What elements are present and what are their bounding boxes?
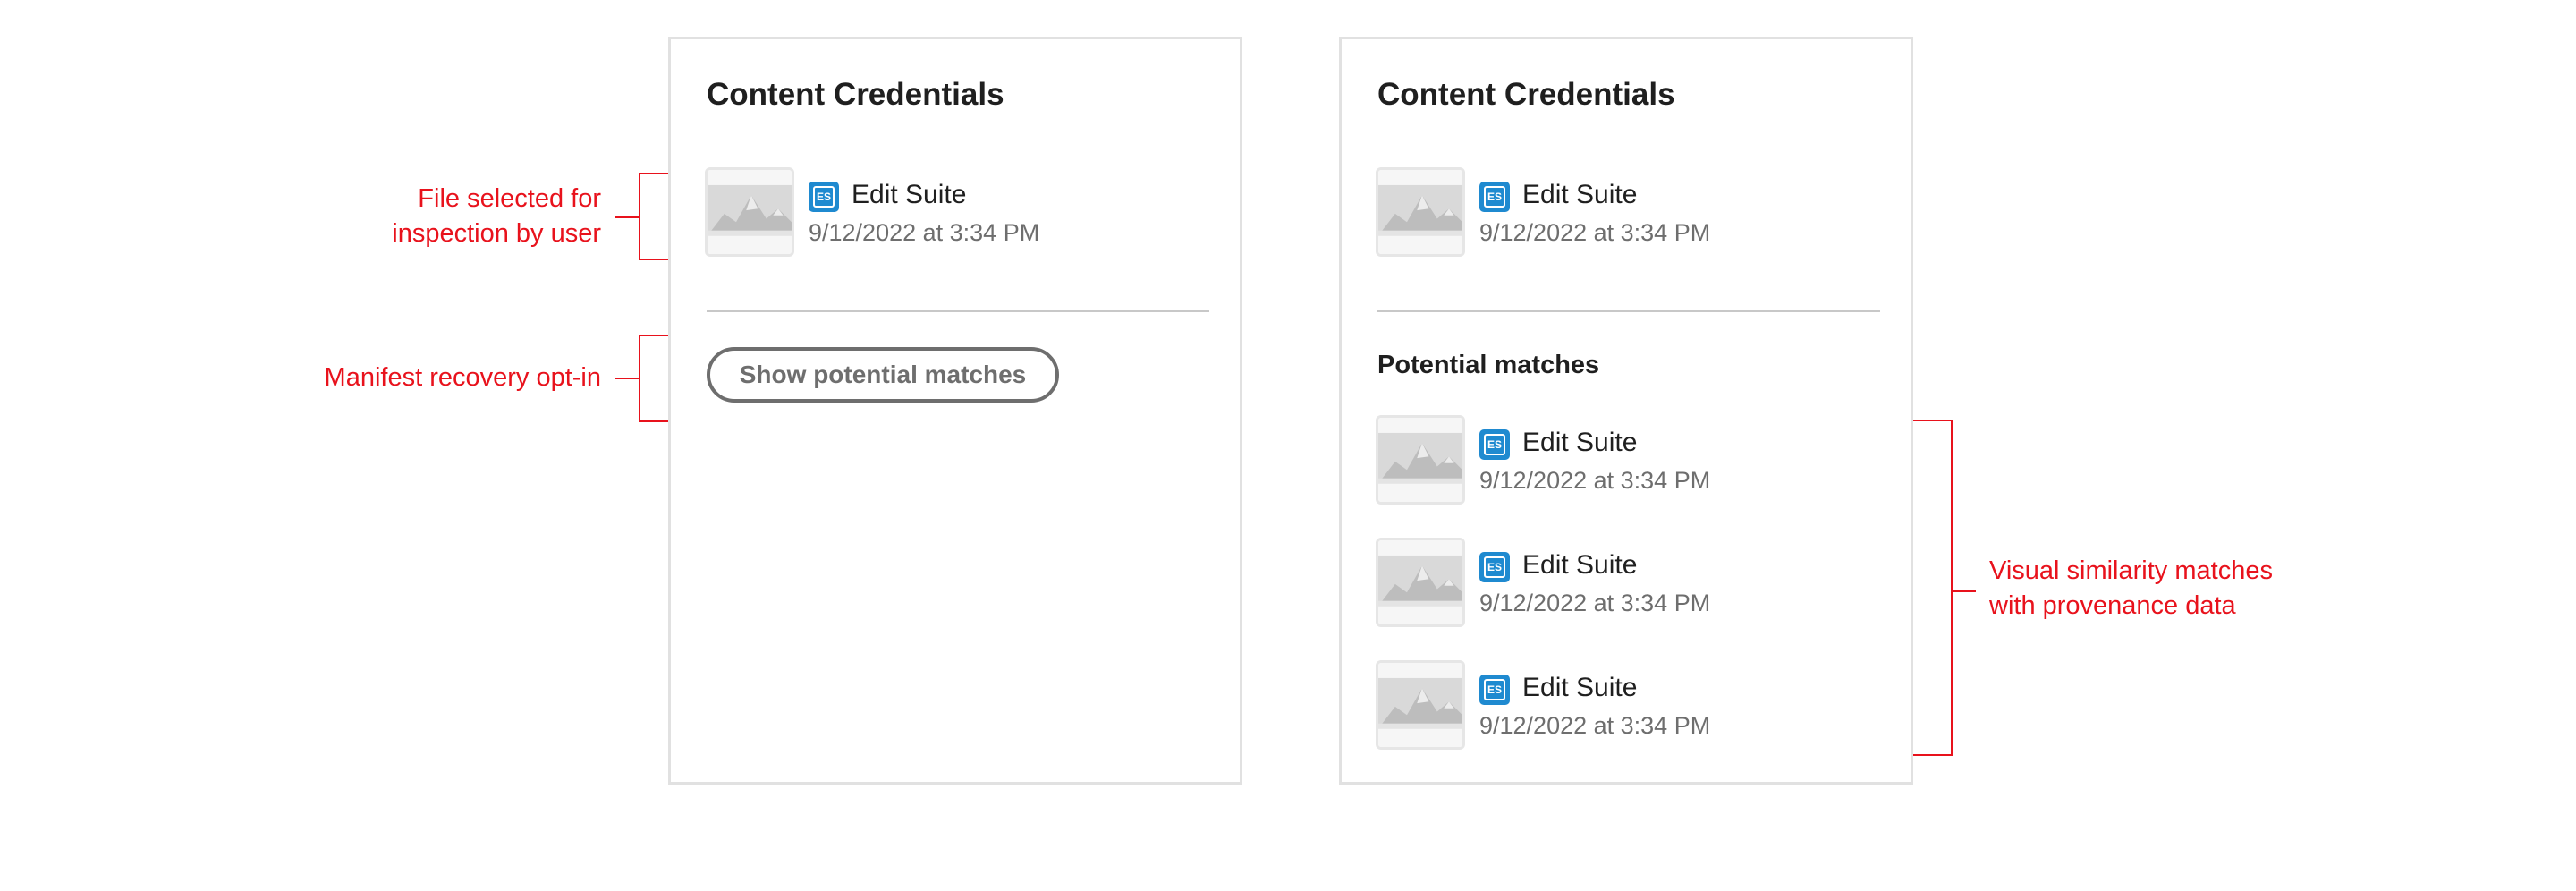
annotation-file-selected-line-1: File selected for — [418, 184, 601, 213]
item-date: 9/12/2022 at 3:34 PM — [1479, 219, 1711, 246]
panel-title: Content Credentials — [1377, 77, 1675, 112]
match-item[interactable]: ES Edit Suite 9/12/2022 at 3:34 PM — [1376, 415, 1877, 508]
annotation-visual-similarity: Visual similarity matches with provenanc… — [1989, 554, 2273, 624]
selected-file-item[interactable]: ES Edit Suite 9/12/2022 at 3:34 PM — [1376, 167, 1877, 260]
image-thumbnail — [1376, 538, 1465, 627]
annotation-file-selected: File selected for inspection by user — [392, 182, 601, 251]
show-potential-matches-button[interactable]: Show potential matches — [707, 347, 1059, 403]
annotation-visual-similarity-line-1: Visual similarity matches — [1989, 556, 2273, 585]
app-name: Edit Suite — [1522, 180, 1638, 209]
bracket-manifest-tick — [615, 378, 639, 379]
edit-suite-app-icon: ES — [809, 182, 839, 212]
mountain-thumbnail-graphic — [1378, 663, 1462, 747]
edit-suite-app-icon: ES — [1479, 675, 1510, 705]
image-thumbnail — [1376, 660, 1465, 750]
app-name: Edit Suite — [852, 180, 967, 209]
app-icon-label: ES — [813, 186, 835, 208]
bracket-manifest-vertical — [639, 335, 640, 422]
app-name: Edit Suite — [1522, 428, 1638, 457]
image-thumbnail — [705, 167, 794, 257]
edit-suite-app-icon: ES — [1479, 429, 1510, 460]
panel-title: Content Credentials — [707, 77, 1004, 112]
item-date: 9/12/2022 at 3:34 PM — [809, 219, 1040, 246]
mountain-thumbnail-graphic — [708, 170, 792, 254]
app-name: Edit Suite — [1522, 550, 1638, 580]
image-thumbnail — [1376, 415, 1465, 505]
app-icon-label: ES — [1484, 434, 1505, 455]
mountain-thumbnail-graphic — [1378, 418, 1462, 502]
divider — [1377, 310, 1880, 312]
bracket-visual-similarity-vertical — [1951, 420, 1953, 756]
match-item[interactable]: ES Edit Suite 9/12/2022 at 3:34 PM — [1376, 538, 1877, 631]
edit-suite-app-icon: ES — [1479, 182, 1510, 212]
app-name: Edit Suite — [1522, 673, 1638, 702]
bracket-file-selected-tick — [615, 216, 639, 218]
item-date: 9/12/2022 at 3:34 PM — [1479, 467, 1711, 494]
edit-suite-app-icon: ES — [1479, 552, 1510, 582]
match-item[interactable]: ES Edit Suite 9/12/2022 at 3:34 PM — [1376, 660, 1877, 753]
bracket-visual-similarity-tick — [1953, 590, 1976, 592]
image-thumbnail — [1376, 167, 1465, 257]
annotation-visual-similarity-line-2: with provenance data — [1989, 591, 2236, 620]
app-icon-label: ES — [1484, 679, 1505, 700]
content-credentials-panel-initial: Content Credentials ES Edit Suite 9/12/2… — [668, 37, 1242, 785]
app-icon-label: ES — [1484, 186, 1505, 208]
item-date: 9/12/2022 at 3:34 PM — [1479, 590, 1711, 616]
annotation-file-selected-line-2: inspection by user — [392, 219, 601, 248]
bracket-file-selected-vertical — [639, 173, 640, 260]
selected-file-item[interactable]: ES Edit Suite 9/12/2022 at 3:34 PM — [705, 167, 1206, 260]
annotation-manifest-recovery: Manifest recovery opt-in — [324, 363, 601, 392]
item-date: 9/12/2022 at 3:34 PM — [1479, 712, 1711, 739]
mountain-thumbnail-graphic — [1378, 540, 1462, 624]
divider — [707, 310, 1209, 312]
app-icon-label: ES — [1484, 556, 1505, 578]
potential-matches-heading: Potential matches — [1377, 351, 1600, 379]
content-credentials-panel-with-matches: Content Credentials ES Edit Suite 9/12/2… — [1339, 37, 1913, 785]
mountain-thumbnail-graphic — [1378, 170, 1462, 254]
